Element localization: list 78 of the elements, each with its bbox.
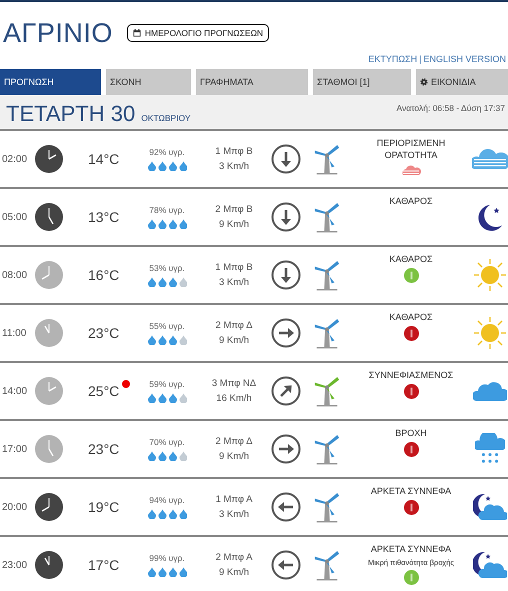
time-label: 08:00 bbox=[1, 270, 28, 280]
wind-force: 2 Μπφ Β bbox=[215, 204, 253, 215]
humidity-drops-meter bbox=[147, 451, 187, 461]
humidity-drops-meter bbox=[147, 277, 187, 287]
tab[interactable]: ΣΚΟΝΗ bbox=[106, 69, 191, 95]
print-link[interactable]: ΕΚΤΥΠΩΣΗ bbox=[368, 54, 418, 64]
humidity-label: 78% υγρ. bbox=[149, 205, 185, 215]
wind-turbine-icon bbox=[313, 491, 341, 523]
temperature: 13°C bbox=[88, 209, 120, 225]
humidity-label: 94% υγρ. bbox=[149, 495, 185, 505]
time-label: 02:00 bbox=[1, 154, 28, 164]
wind-turbine-icon bbox=[313, 549, 341, 581]
humidity-drops-meter bbox=[147, 335, 187, 345]
wind-turbine-icon bbox=[313, 375, 341, 407]
tab[interactable]: ΣΤΑΘΜΟΙ [1] bbox=[313, 69, 411, 95]
tab[interactable]: ΓΡΑΦΗΜΑΤΑ bbox=[196, 69, 308, 95]
time-label: 20:00 bbox=[1, 502, 28, 512]
time-label: 23:00 bbox=[1, 560, 28, 570]
condition-label: ΠΕΡΙΟΡΙΣΜΕΝΗ ΟΡΑΤΟΤΗΤΑ bbox=[376, 137, 446, 162]
temperature: 23°C bbox=[88, 325, 120, 341]
wind-force: 2 Μπφ Δ bbox=[216, 320, 252, 331]
wind-turbine-icon bbox=[313, 143, 341, 175]
humidity-label: 53% υγρ. bbox=[149, 263, 185, 273]
temperature: 19°C bbox=[88, 499, 120, 515]
humidity-label: 59% υγρ. bbox=[149, 379, 185, 389]
wind-force: 2 Μπφ Δ bbox=[216, 436, 252, 447]
condition-label: ΑΡΚΕΤΑ ΣΥΝΝΕΦΑ bbox=[370, 543, 452, 556]
language-link[interactable]: ENGLISH VERSION bbox=[423, 54, 506, 64]
tab[interactable]: ΠΡΟΓΝΩΣΗ bbox=[0, 69, 101, 95]
calendar-icon bbox=[132, 29, 141, 37]
city-title: ΑΓΡΙΝΙΟ bbox=[3, 18, 113, 48]
wind-turbine-icon bbox=[313, 259, 341, 291]
temperature: 17°C bbox=[88, 557, 120, 573]
wind-turbine-icon bbox=[313, 317, 341, 349]
wind-speed: 9 Km/h bbox=[218, 567, 250, 578]
wind-force: 1 Μπφ Β bbox=[215, 146, 253, 157]
humidity-label: 55% υγρ. bbox=[149, 321, 185, 331]
date-title: ΤΕΤΑΡΤΗ 30 bbox=[6, 101, 136, 127]
humidity-drops-meter bbox=[147, 161, 187, 171]
condition-label: ΚΑΘΑΡΟΣ bbox=[389, 311, 433, 324]
humidity-drops-meter bbox=[147, 567, 187, 577]
wind-speed: 9 Km/h bbox=[218, 335, 250, 346]
temperature: 16°C bbox=[88, 267, 120, 283]
wind-turbine-icon bbox=[313, 201, 341, 233]
wind-turbine-icon bbox=[313, 433, 341, 465]
link-separator: | bbox=[419, 54, 422, 64]
wind-force: 2 Μπφ Α bbox=[216, 552, 252, 563]
wind-force: 1 Μπφ Β bbox=[215, 262, 253, 273]
sun-times: Ανατολή: 06:58 - Δύση 17:37 bbox=[396, 102, 505, 115]
condition-label: ΒΡΟΧΗ bbox=[395, 427, 427, 440]
humidity-drops-meter bbox=[147, 393, 187, 403]
condition-label: ΣΥΝΝΕΦΙΑΣΜΕΝΟΣ bbox=[368, 369, 454, 382]
calendar-button[interactable]: ΗΜΕΡΟΛΟΓΙΟ ΠΡΟΓΝΩΣΕΩΝ bbox=[126, 24, 270, 42]
condition-label: ΚΑΘΑΡΟΣ bbox=[389, 253, 433, 266]
wind-force: 3 Μπφ ΝΔ bbox=[212, 378, 256, 389]
condition-label: ΚΑΘΑΡΟΣ bbox=[389, 195, 433, 208]
condition-label: ΑΡΚΕΤΑ ΣΥΝΝΕΦΑ bbox=[370, 485, 452, 498]
humidity-label: 70% υγρ. bbox=[149, 437, 185, 447]
wind-speed: 3 Km/h bbox=[218, 277, 250, 288]
wind-force: 1 Μπφ Α bbox=[216, 494, 252, 505]
wind-speed: 3 Km/h bbox=[218, 161, 250, 172]
wind-speed: 16 Km/h bbox=[216, 393, 252, 404]
time-label: 17:00 bbox=[1, 444, 28, 454]
time-label: 05:00 bbox=[1, 212, 28, 222]
wind-speed: 3 Km/h bbox=[218, 509, 250, 520]
humidity-label: 92% υγρ. bbox=[149, 147, 185, 157]
wind-speed: 9 Km/h bbox=[218, 219, 250, 230]
temperature: 14°C bbox=[88, 151, 120, 167]
humidity-drops-meter bbox=[147, 219, 187, 229]
time-label: 14:00 bbox=[1, 386, 28, 396]
humidity-label: 99% υγρ. bbox=[149, 553, 185, 563]
tab[interactable]: ΕΙΚΟΝΙΔΙΑ bbox=[416, 69, 508, 95]
wind-speed: 9 Km/h bbox=[218, 451, 250, 462]
humidity-drops-meter bbox=[147, 509, 187, 519]
month-label: ΟΚΤΩΒΡΙΟΥ bbox=[141, 113, 191, 123]
time-label: 11:00 bbox=[1, 328, 28, 338]
temperature: 25°C bbox=[88, 383, 120, 399]
temperature: 23°C bbox=[88, 441, 120, 457]
